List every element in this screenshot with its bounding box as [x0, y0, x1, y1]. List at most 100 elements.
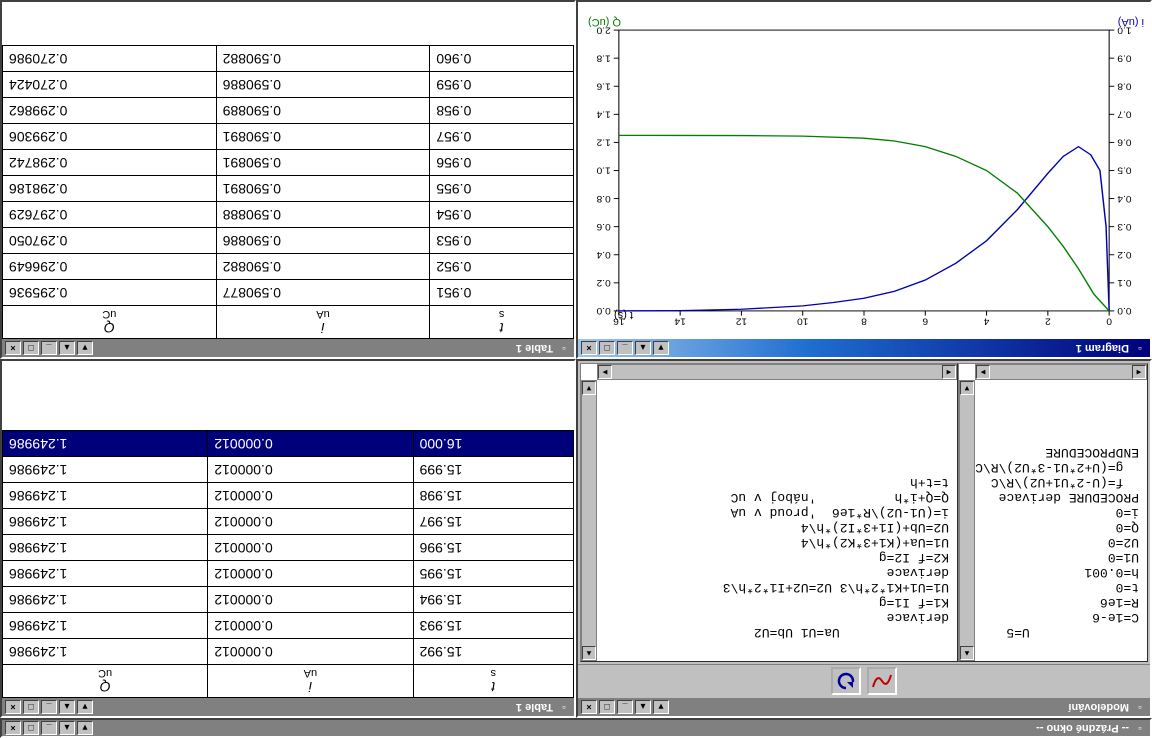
- up-button[interactable]: ▴: [59, 700, 75, 714]
- table-cell: 0.590888: [216, 202, 430, 228]
- y-right-axis-label: Q (uC): [588, 16, 621, 28]
- restore-button[interactable]: ▾: [77, 341, 93, 355]
- svg-text:8: 8: [861, 316, 867, 327]
- empty-window-title: -- Prázdné okno --: [93, 722, 1129, 734]
- table-row[interactable]: 0.9520.5908820.296649: [3, 254, 574, 280]
- min-button[interactable]: _: [41, 700, 57, 714]
- table-row[interactable]: 15.9950.0000121.249986: [3, 561, 574, 587]
- scroll-down-icon[interactable]: ▼: [960, 381, 974, 395]
- toolbar-curve-button[interactable]: [867, 668, 897, 696]
- table-cell: 1.249986: [3, 535, 208, 561]
- restore-button[interactable]: ▾: [77, 700, 93, 714]
- table-row[interactable]: 15.9940.0000121.249986: [3, 587, 574, 613]
- table-row[interactable]: 0.9570.5908910.299306: [3, 124, 574, 150]
- scroll-left-icon[interactable]: ◀: [942, 365, 956, 379]
- scrollbar-vertical[interactable]: ▲ ▼: [959, 380, 975, 661]
- scrollbar-vertical[interactable]: ▲ ▼: [581, 380, 597, 661]
- table-row[interactable]: 15.9930.0000121.249986: [3, 613, 574, 639]
- scroll-down-icon[interactable]: ▼: [582, 381, 596, 395]
- min-button[interactable]: _: [41, 341, 57, 355]
- table-row[interactable]: 15.9980.0000121.249986: [3, 483, 574, 509]
- scrollbar-horizontal[interactable]: ◀ ▶: [597, 364, 957, 380]
- code-left-pane[interactable]: U=5 C=1e-6 R=1e6 t=0 h=0.001 U1=0 U2=0 Q…: [958, 363, 1148, 662]
- table-cell: 0.590877: [216, 280, 430, 306]
- table-row[interactable]: 0.9600.5908820.270986: [3, 46, 574, 72]
- table-row[interactable]: 15.9970.0000121.249986: [3, 509, 574, 535]
- svg-text:0.0: 0.0: [1117, 305, 1132, 316]
- table-cell: 0.955: [430, 176, 574, 202]
- table-row[interactable]: 0.9510.5908770.295936: [3, 280, 574, 306]
- svg-text:0.2: 0.2: [1117, 249, 1131, 260]
- table-cell: 0.000012: [208, 587, 413, 613]
- table-row[interactable]: 15.9920.0000121.249986: [3, 639, 574, 665]
- table-cell: 0.270424: [3, 72, 217, 98]
- table-row[interactable]: 0.9530.5908860.297050: [3, 228, 574, 254]
- column-header: iuA: [216, 306, 430, 339]
- table-row[interactable]: 0.9540.5908880.297629: [3, 202, 574, 228]
- column-header: iuA: [208, 665, 413, 698]
- svg-text:0.6: 0.6: [596, 221, 611, 232]
- up-button[interactable]: ▴: [635, 700, 651, 714]
- svg-text:1.8: 1.8: [596, 52, 611, 63]
- toolbar-refresh-button[interactable]: [831, 668, 861, 696]
- table-row[interactable]: 15.9960.0000121.249986: [3, 535, 574, 561]
- scroll-right-icon[interactable]: ▶: [976, 365, 990, 379]
- min-button[interactable]: _: [41, 721, 57, 735]
- scroll-left-icon[interactable]: ◀: [1132, 365, 1146, 379]
- empty-window-titlebar: ▫ -- Prázdné okno -- ▾ ▴ _ □ ×: [2, 720, 1150, 736]
- svg-text:1.0: 1.0: [596, 165, 611, 176]
- table-cell: 0.298186: [3, 176, 217, 202]
- code-right-pane[interactable]: Ua=U1 Ub=U2 derivace K1=f I1=g U1=U1+K1*…: [580, 363, 958, 662]
- table-cell: 0.590886: [216, 228, 430, 254]
- svg-text:1.2: 1.2: [596, 137, 610, 148]
- svg-text:1.6: 1.6: [596, 81, 611, 92]
- column-header: ts: [413, 665, 573, 698]
- min-button[interactable]: _: [617, 700, 633, 714]
- data-table-lower[interactable]: tsiuAQuC 0.9510.5908770.2959360.9520.590…: [2, 45, 574, 339]
- close-button[interactable]: ×: [581, 341, 597, 355]
- restore-button[interactable]: ▾: [653, 700, 669, 714]
- close-button[interactable]: ×: [581, 700, 597, 714]
- close-button[interactable]: ×: [5, 700, 21, 714]
- table-row[interactable]: 16.0000.0000121.249986: [3, 431, 574, 457]
- svg-text:0.1: 0.1: [1117, 277, 1131, 288]
- up-button[interactable]: ▴: [59, 721, 75, 735]
- min-button[interactable]: _: [617, 341, 633, 355]
- window-icon: ▫: [1133, 721, 1147, 735]
- table-row[interactable]: 0.9590.5908860.270424: [3, 72, 574, 98]
- table-cell: 0.956: [430, 150, 574, 176]
- up-button[interactable]: ▴: [59, 341, 75, 355]
- table-cell: 15.998: [413, 483, 573, 509]
- data-table-upper[interactable]: tsiuAQuC 15.9920.0000121.24998615.9930.0…: [2, 430, 574, 698]
- table-row[interactable]: 0.9550.5908910.298186: [3, 176, 574, 202]
- table-row[interactable]: 15.9990.0000121.249986: [3, 457, 574, 483]
- x-axis-label: t (s): [614, 309, 633, 321]
- table-cell: 0.299306: [3, 124, 217, 150]
- up-button[interactable]: ▴: [635, 341, 651, 355]
- max-button[interactable]: □: [599, 700, 615, 714]
- max-button[interactable]: □: [23, 341, 39, 355]
- scroll-right-icon[interactable]: ▶: [598, 365, 612, 379]
- max-button[interactable]: □: [23, 721, 39, 735]
- table-cell: 0.298742: [3, 150, 217, 176]
- table-row[interactable]: 0.9560.5908910.298742: [3, 150, 574, 176]
- window-icon: ▫: [557, 700, 571, 714]
- table-cell: 0.590882: [216, 46, 430, 72]
- scrollbar-horizontal[interactable]: ◀ ▶: [975, 364, 1147, 380]
- close-button[interactable]: ×: [5, 341, 21, 355]
- svg-text:0.0: 0.0: [596, 305, 611, 316]
- table-row[interactable]: 0.9580.5908890.299862: [3, 98, 574, 124]
- table-lower-titlebar: ▫ Table 1 ▾ ▴ _ □ ×: [2, 339, 574, 357]
- restore-button[interactable]: ▾: [653, 341, 669, 355]
- close-button[interactable]: ×: [5, 721, 21, 735]
- scroll-up-icon[interactable]: ▲: [582, 646, 596, 660]
- scroll-up-icon[interactable]: ▲: [960, 646, 974, 660]
- table-cell: 15.996: [413, 535, 573, 561]
- max-button[interactable]: □: [23, 700, 39, 714]
- table-cell: 0.297629: [3, 202, 217, 228]
- max-button[interactable]: □: [599, 341, 615, 355]
- table-cell: 0.299862: [3, 98, 217, 124]
- diagram-titlebar: ▫ Diagram 1 ▾ ▴ _ □ ×: [578, 339, 1150, 357]
- svg-text:0.8: 0.8: [596, 193, 611, 204]
- restore-button[interactable]: ▾: [77, 721, 93, 735]
